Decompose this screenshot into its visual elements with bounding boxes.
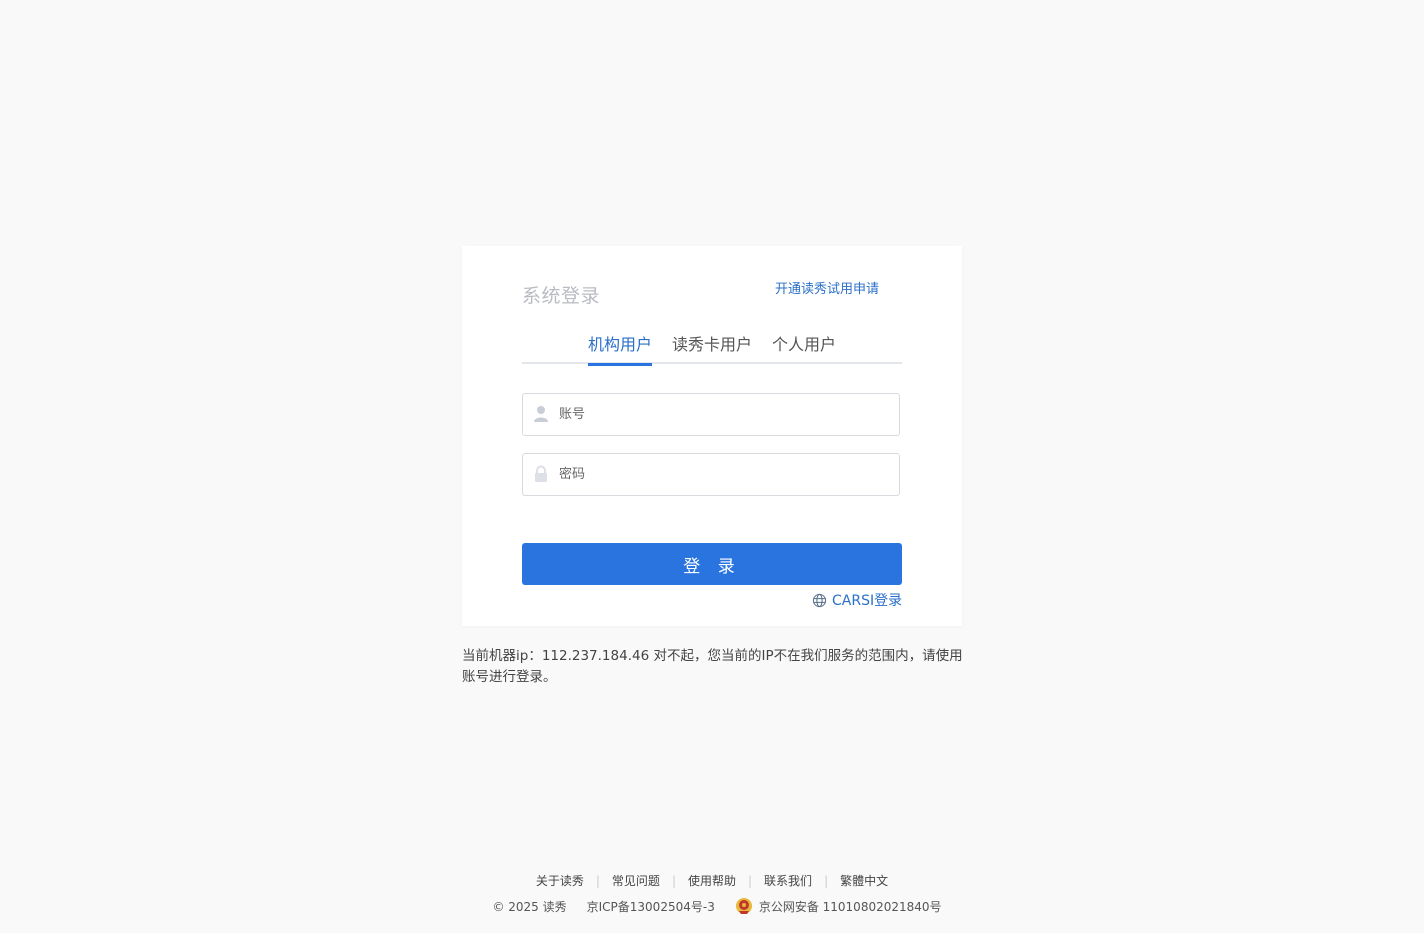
- password-input[interactable]: [559, 454, 889, 495]
- user-icon: [534, 406, 548, 422]
- lock-icon: [535, 465, 547, 482]
- ip-notice: 当前机器ip：112.237.184.46 对不起，您当前的IP不在我们服务的范…: [462, 648, 963, 685]
- carsi-login-label: CARSI登录: [832, 593, 903, 609]
- footer-meta: © 2025 读秀 京ICP备13002504号-3 京公网安备 1101080…: [0, 897, 1424, 915]
- globe-icon: [812, 593, 827, 607]
- police-record-label: 京公网安备 11010802021840号: [758, 899, 942, 914]
- icp-record-link[interactable]: 京ICP备13002504号-3: [587, 898, 715, 915]
- account-field: [522, 393, 900, 436]
- login-button[interactable]: 登 录: [522, 543, 902, 585]
- footer-link-faq[interactable]: 常见问题: [600, 872, 672, 889]
- footer-links: 关于读秀 | 常见问题 | 使用帮助 | 联系我们 | 繁體中文: [0, 872, 1424, 889]
- footer-link-traditional-chinese[interactable]: 繁體中文: [828, 872, 900, 889]
- footer-link-about[interactable]: 关于读秀: [524, 872, 596, 889]
- trial-application-link[interactable]: 开通读秀试用申请: [775, 278, 879, 297]
- police-record-link[interactable]: 京公网安备 11010802021840号: [735, 897, 942, 915]
- footer-link-contact[interactable]: 联系我们: [752, 872, 824, 889]
- login-page: 系统登录 开通读秀试用申请 机构用户 读秀卡用户 个人用户 登 录: [0, 0, 1424, 933]
- carsi-login-link[interactable]: CARSI登录: [812, 591, 902, 609]
- tab-personal-user[interactable]: 个人用户: [772, 334, 836, 364]
- account-input[interactable]: [559, 394, 889, 435]
- login-card: 系统登录 开通读秀试用申请 机构用户 读秀卡用户 个人用户 登 录: [462, 246, 962, 626]
- footer-link-help[interactable]: 使用帮助: [676, 872, 748, 889]
- password-field: [522, 453, 900, 496]
- tab-duxiu-card-user[interactable]: 读秀卡用户: [672, 334, 752, 364]
- copyright: © 2025 读秀: [492, 899, 567, 914]
- card-title: 系统登录: [522, 285, 601, 307]
- user-type-tabs: 机构用户 读秀卡用户 个人用户: [522, 332, 902, 366]
- tab-institution-user[interactable]: 机构用户: [588, 334, 653, 366]
- police-badge-icon: [735, 898, 752, 914]
